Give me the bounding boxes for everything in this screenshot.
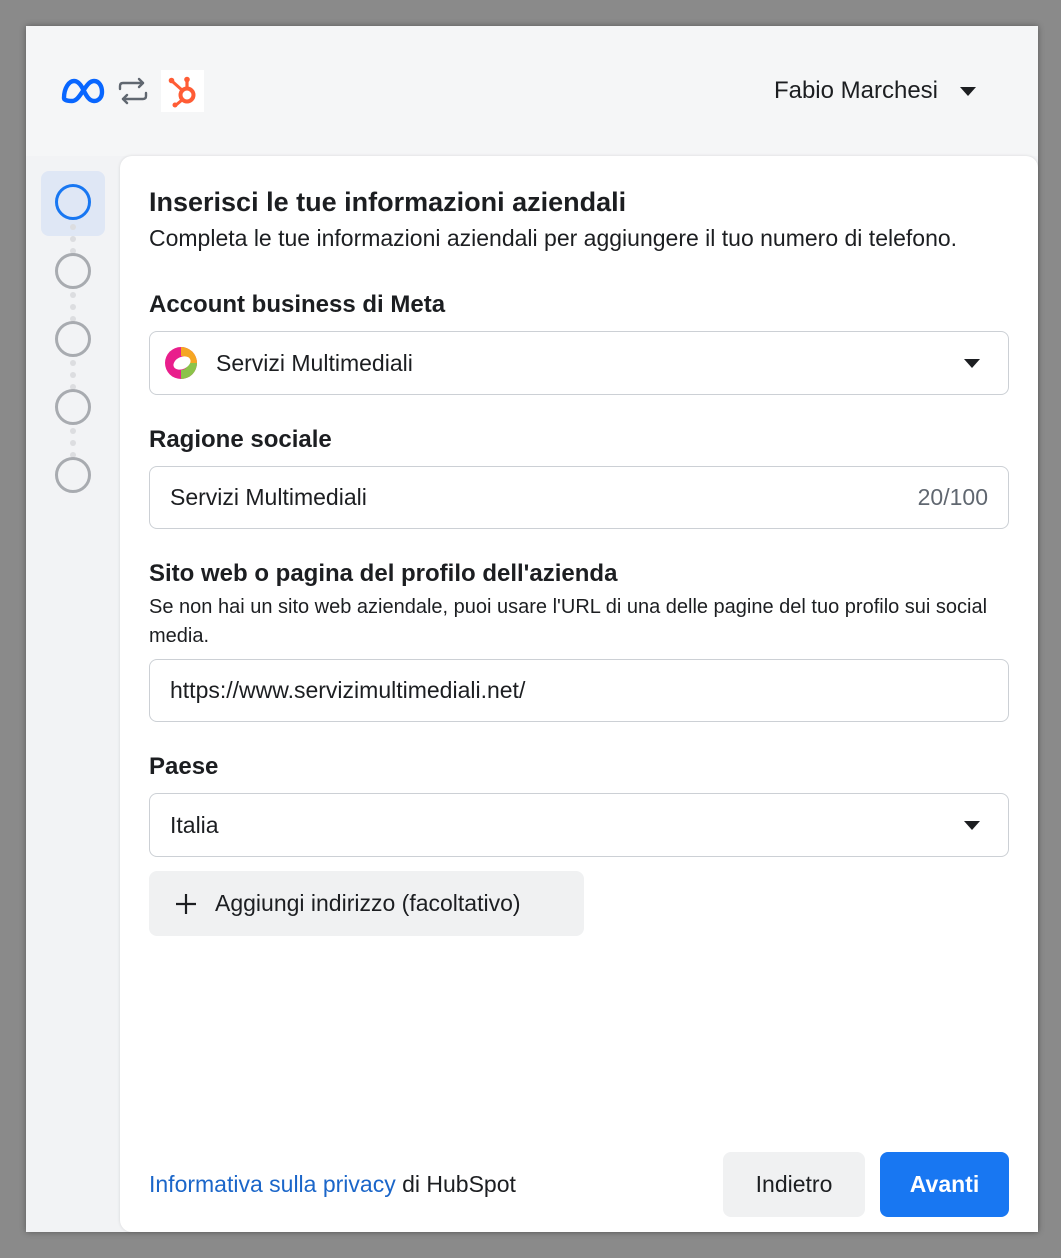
hubspot-sprocket-icon (168, 76, 195, 108)
back-button[interactable]: Indietro (723, 1152, 865, 1217)
privacy-suffix: di HubSpot (395, 1171, 516, 1197)
step-connector (70, 360, 76, 390)
step-2-circle-icon (55, 253, 91, 289)
privacy-policy-link[interactable]: Informativa sulla privacy (149, 1171, 396, 1197)
step-4-circle-icon (55, 389, 91, 425)
chevron-down-icon (964, 821, 980, 830)
business-account-label: Account business di Meta (149, 291, 446, 318)
dialog-window: Fabio Marchesi Inserisci le tue informaz… (26, 26, 1038, 1232)
add-address-button[interactable]: Aggiungi indirizzo (facoltativo) (149, 871, 584, 936)
character-counter: 20/100 (917, 484, 988, 510)
add-address-label: Aggiungi indirizzo (facoltativo) (215, 890, 521, 916)
hubspot-logo-icon (161, 70, 204, 112)
website-help-text: Se non hai un sito web aziendale, puoi u… (149, 596, 988, 647)
form-content: Inserisci le tue informazioni aziendali … (149, 182, 1009, 936)
privacy-notice: Informativa sulla privacy di HubSpot (149, 1171, 516, 1198)
next-button[interactable]: Avanti (880, 1152, 1009, 1217)
page-subtitle: Completa le tue informazioni aziendali p… (149, 225, 958, 251)
step-5-circle-icon (55, 457, 91, 493)
business-logo-icon (165, 347, 197, 379)
form-footer: Informativa sulla privacy di HubSpot Ind… (149, 1152, 1009, 1217)
step-3-circle-icon (55, 321, 91, 357)
website-field[interactable]: https://www.servizimultimediali.net/ (149, 659, 1009, 722)
business-account-select[interactable]: Servizi Multimediali (149, 331, 1009, 395)
sync-arrows-icon (118, 77, 148, 105)
logo-group (60, 70, 204, 112)
account-menu[interactable]: Fabio Marchesi (774, 74, 976, 108)
country-value: Italia (170, 811, 219, 838)
step-1-circle-icon (55, 184, 91, 220)
company-name-value: Servizi Multimediali (170, 484, 367, 510)
website-label: Sito web o pagina del profilo dell'azien… (149, 560, 618, 587)
step-connector (70, 292, 76, 322)
form-panel: Inserisci le tue informazioni aziendali … (120, 156, 1038, 1232)
business-account-value: Servizi Multimediali (216, 349, 413, 376)
plus-icon (176, 893, 196, 914)
chevron-down-icon (964, 359, 980, 368)
website-value: https://www.servizimultimediali.net/ (170, 677, 526, 703)
step-connector (70, 428, 76, 458)
header: Fabio Marchesi (26, 26, 1038, 156)
meta-logo-icon (61, 78, 105, 104)
caret-down-icon (960, 86, 976, 96)
country-select[interactable]: Italia (149, 793, 1009, 857)
company-name-field[interactable]: Servizi Multimediali 20/100 (149, 466, 1009, 529)
company-name-label: Ragione sociale (149, 426, 332, 453)
step-connector (70, 224, 76, 254)
user-name: Fabio Marchesi (773, 77, 938, 104)
country-label: Paese (149, 753, 219, 780)
page-title: Inserisci le tue informazioni aziendali (149, 187, 627, 217)
